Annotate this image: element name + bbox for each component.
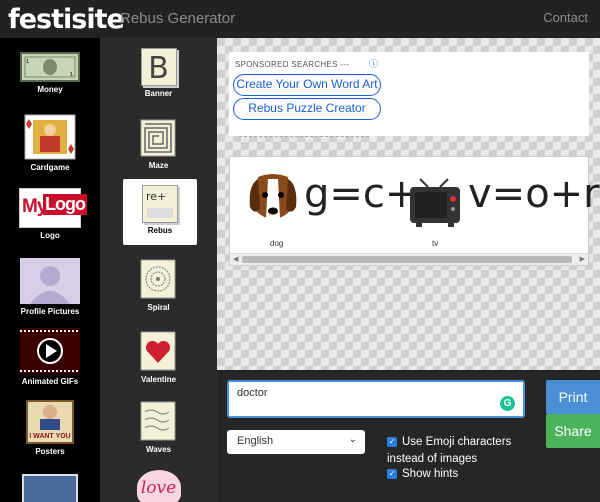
checkbox-checked-icon[interactable]: ✓ [387, 468, 397, 479]
rebus-part-2: v=o+r [468, 171, 600, 217]
gif-thumbnail [20, 328, 80, 374]
control-panel: doctor G English ⌄ ✓ Use Emoji characters… [217, 370, 600, 502]
sidebar-item-label: Logo [40, 231, 60, 240]
tv-icon [410, 178, 460, 227]
sidebar-item-love[interactable]: love [100, 470, 217, 502]
sidebar-item-cardgame[interactable]: Cardgame [0, 114, 100, 172]
svg-text:1: 1 [26, 59, 29, 65]
top-bar: festisite Rebus Generator Contact [0, 0, 600, 38]
sponsored-label: SPONSORED SEARCHES --- [235, 60, 350, 69]
dog-icon [249, 174, 297, 222]
sidebar-item-valentine[interactable]: Valentine [100, 330, 217, 384]
sidebar-item-label: Cardgame [30, 163, 70, 172]
generator-list-left: 1 1 Money Cardgame My Logo Logo Profile … [0, 38, 100, 502]
sidebar-item-logo[interactable]: My Logo Logo [0, 188, 100, 240]
hints-option[interactable]: ✓ Show hints [387, 468, 458, 480]
rebus-preview: g=c+ v=o+r dog tv ◀ ▶ [229, 156, 600, 266]
rebus-text-input[interactable]: doctor G [227, 380, 525, 418]
poster-thumbnail: I WANT YOU [26, 400, 74, 444]
sidebar-item-next[interactable] [0, 474, 100, 502]
sidebar-item-banner[interactable]: B Banner [100, 48, 217, 98]
language-select[interactable]: English ⌄ [227, 430, 365, 454]
sidebar-item-waves[interactable]: Waves [100, 400, 217, 454]
scroll-left-icon[interactable]: ◀ [233, 254, 238, 266]
sponsored-searches: SPONSORED SEARCHES --- ⓘ Create Your Own… [229, 52, 589, 137]
chevron-down-icon: ⌄ [348, 434, 357, 445]
rebus-row: g=c+ v=o+r dog tv [236, 165, 600, 248]
hint-dog: dog [270, 239, 284, 248]
rebus-thumbnail: re+ [142, 185, 178, 223]
print-button[interactable]: Print [546, 380, 600, 414]
scroll-right-icon[interactable]: ▶ [580, 254, 585, 266]
spiral-thumbnail [140, 259, 175, 299]
maze-thumbnail [140, 119, 175, 157]
ad-link-rebus-creator[interactable]: Rebus Puzzle Creator [233, 98, 381, 120]
profile-thumbnail [20, 258, 80, 304]
poster-figure-icon [40, 405, 60, 430]
love-thumbnail: love [136, 470, 181, 502]
sidebar-item-money[interactable]: 1 1 Money [0, 52, 100, 94]
sidebar-item-label: Valentine [140, 375, 177, 384]
sidebar-item-spiral[interactable]: Spiral [100, 258, 217, 312]
sidebar-item-label: Posters [35, 447, 65, 456]
checkbox-checked-icon[interactable]: ✓ [387, 436, 397, 447]
page-title: Rebus Generator [120, 10, 236, 27]
sidebar-item-label: Waves [145, 445, 172, 454]
sidebar-item-label: Spiral [147, 303, 170, 312]
sidebar-item-label: Maze [148, 161, 169, 170]
scrollbar-thumb[interactable] [242, 256, 572, 263]
money-thumbnail: 1 1 [20, 52, 80, 82]
next-thumbnail [22, 474, 78, 502]
banner-thumbnail: B [140, 48, 177, 86]
sidebar-item-label: Banner [144, 89, 173, 98]
sidebar-item-profile-pictures[interactable]: Profile Pictures [0, 258, 100, 316]
hint-tv: tv [432, 239, 439, 248]
share-button[interactable]: Share [546, 414, 600, 448]
sidebar-item-animated-gifs[interactable]: Animated GIFs [0, 328, 100, 386]
sidebar-item-label: Animated GIFs [21, 377, 79, 386]
sidebar-item-label: Profile Pictures [20, 307, 80, 316]
rebus-part-1: g=c+ [304, 171, 419, 217]
cardgame-thumbnail [24, 114, 76, 160]
sidebar-item-label: Rebus [147, 226, 173, 235]
generator-list-right: B Banner Maze re+ Rebus Spiral Valentine [100, 38, 217, 502]
horizontal-scrollbar[interactable]: ◀ ▶ [230, 253, 588, 265]
sidebar-item-maze[interactable]: Maze [100, 118, 217, 170]
emoji-option[interactable]: ✓ Use Emoji characters instead of images [387, 434, 537, 468]
info-icon[interactable]: ⓘ [369, 57, 378, 70]
site-logo[interactable]: festisite [8, 4, 125, 35]
waves-thumbnail [140, 401, 175, 441]
sidebar-item-posters[interactable]: I WANT YOU Posters [0, 400, 100, 456]
ad-link-word-art[interactable]: Create Your Own Word Art [233, 74, 381, 96]
contact-link[interactable]: Contact [543, 10, 588, 25]
sidebar-item-label: Money [37, 85, 63, 94]
svg-text:1: 1 [70, 72, 73, 78]
grammarly-icon[interactable]: G [500, 396, 515, 411]
valentine-thumbnail [140, 331, 175, 371]
sidebar-item-rebus[interactable]: re+ Rebus [123, 179, 197, 245]
logo-thumbnail: My Logo [19, 188, 87, 228]
